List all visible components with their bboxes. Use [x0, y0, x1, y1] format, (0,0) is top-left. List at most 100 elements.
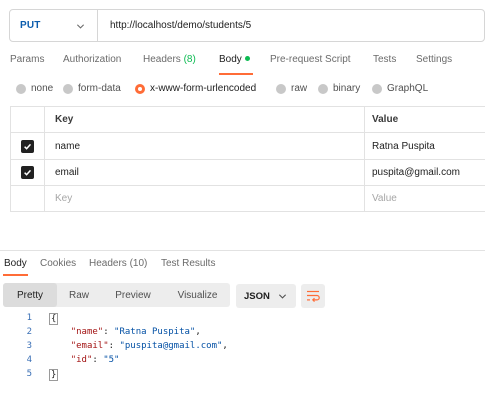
- method-label: PUT: [20, 20, 41, 31]
- url-input[interactable]: http://localhost/demo/students/5: [98, 20, 251, 31]
- checkmark-icon: [24, 169, 32, 176]
- line-number: 5: [26, 369, 32, 379]
- radio-circle: [16, 83, 26, 94]
- new-value-input[interactable]: Value: [365, 186, 485, 211]
- radio-circle: [372, 83, 382, 94]
- table-header-row: Key Value: [11, 107, 485, 133]
- code-line: 3 "email": "puspita@gmail.com",: [0, 341, 485, 355]
- line-content: "email": "puspita@gmail.com",: [70, 341, 228, 351]
- tab-body-label: Body: [219, 54, 242, 65]
- radio-circle-selected: [135, 83, 145, 94]
- header-check-cell: [11, 107, 45, 132]
- param-key[interactable]: name: [45, 133, 365, 159]
- param-value[interactable]: puspita@gmail.com: [365, 160, 485, 185]
- json-separator: ,: [195, 327, 201, 337]
- method-select[interactable]: PUT: [10, 10, 98, 41]
- response-divider[interactable]: [0, 250, 485, 251]
- row-checkbox[interactable]: [21, 139, 34, 153]
- row-check-cell: [11, 133, 45, 159]
- row-check-cell: [11, 186, 45, 211]
- response-tab-headers-count: (10): [129, 258, 148, 269]
- format-select[interactable]: JSON: [236, 284, 296, 308]
- code-line: 1 {: [0, 313, 485, 327]
- radio-graphql[interactable]: GraphQL: [372, 83, 428, 94]
- wrap-lines-icon: [307, 290, 320, 302]
- radio-circle: [318, 83, 328, 94]
- tab-headers-count: (8): [183, 54, 196, 65]
- url-bar: PUT http://localhost/demo/students/5: [9, 9, 485, 42]
- json-key: "email": [70, 341, 109, 351]
- format-label: JSON: [244, 290, 270, 302]
- checkmark-icon: [24, 143, 32, 150]
- line-content: }: [49, 369, 59, 381]
- param-value[interactable]: Ratna Puspita: [365, 133, 485, 159]
- line-number: 3: [26, 341, 32, 351]
- tab-settings[interactable]: Settings: [416, 54, 452, 65]
- radio-binary[interactable]: binary: [318, 83, 360, 94]
- response-tab-headers-label: Headers: [89, 258, 127, 269]
- tab-pre-request-script[interactable]: Pre-request Script: [270, 54, 351, 65]
- row-check-cell: [11, 160, 45, 185]
- response-tab-body[interactable]: Body: [4, 258, 27, 269]
- wrap-lines-button[interactable]: [301, 284, 325, 308]
- radio-circle: [63, 83, 73, 94]
- line-content: {: [49, 313, 59, 325]
- json-separator: ,: [222, 341, 228, 351]
- param-key[interactable]: email: [45, 160, 365, 185]
- tab-headers[interactable]: Headers (8): [143, 54, 196, 65]
- response-tab-cookies[interactable]: Cookies: [40, 258, 76, 269]
- radio-circle: [276, 83, 286, 94]
- chevron-down-icon: [278, 294, 287, 299]
- new-key-input[interactable]: Key: [45, 186, 365, 211]
- table-row-empty: Key Value: [11, 186, 485, 212]
- line-content: "id": "5": [70, 355, 120, 365]
- json-value: "puspita@gmail.com": [119, 341, 223, 351]
- line-number: 1: [26, 313, 32, 323]
- body-indicator-dot: [244, 56, 250, 61]
- tab-authorization[interactable]: Authorization: [63, 54, 121, 65]
- json-value: "Ratna Puspita": [114, 327, 196, 337]
- table-row: name Ratna Puspita: [11, 133, 485, 160]
- column-header-key: Key: [45, 107, 365, 132]
- close-brace: }: [49, 369, 59, 381]
- radio-x-www-form-urlencoded[interactable]: x-www-form-urlencoded: [135, 83, 256, 94]
- radio-label: raw: [291, 83, 308, 94]
- json-key: "name": [70, 327, 104, 337]
- radio-label: x-www-form-urlencoded: [150, 83, 257, 94]
- column-header-value: Value: [372, 114, 399, 125]
- response-tab-headers[interactable]: Headers (10): [89, 258, 147, 269]
- code-line: 5 }: [0, 369, 485, 383]
- chevron-down-icon: [76, 24, 85, 29]
- json-value: "5": [103, 355, 120, 365]
- view-raw-button[interactable]: Raw: [57, 283, 101, 307]
- line-number: 4: [26, 355, 32, 365]
- line-number: 2: [26, 327, 32, 337]
- radio-form-data[interactable]: form-data: [63, 83, 121, 94]
- body-type-selector: none form-data x-www-form-urlencoded raw…: [0, 83, 485, 97]
- line-content: "name": "Ratna Puspita",: [70, 327, 201, 337]
- open-brace: {: [49, 313, 59, 325]
- radio-label: form-data: [78, 83, 121, 94]
- view-pretty-button[interactable]: Pretty: [3, 283, 57, 307]
- tab-body[interactable]: Body: [219, 54, 250, 65]
- view-visualize-button[interactable]: Visualize: [165, 283, 230, 307]
- radio-raw[interactable]: raw: [276, 83, 307, 94]
- view-preview-button[interactable]: Preview: [101, 283, 165, 307]
- table-row: email puspita@gmail.com: [11, 160, 485, 186]
- view-mode-group: Pretty Raw Preview Visualize: [3, 283, 230, 307]
- tab-params[interactable]: Params: [10, 54, 44, 65]
- json-key: "id": [70, 355, 93, 365]
- request-tabs: Params Authorization Headers (8) Body Pr…: [0, 54, 485, 70]
- response-tabs: Body Cookies Headers (10) Test Results: [0, 258, 485, 274]
- row-checkbox[interactable]: [21, 166, 34, 179]
- radio-label: binary: [333, 83, 361, 94]
- code-line: 2 "name": "Ratna Puspita",: [0, 327, 485, 341]
- response-tab-test-results[interactable]: Test Results: [161, 258, 215, 269]
- radio-label: none: [31, 83, 54, 94]
- radio-none[interactable]: none: [16, 83, 53, 94]
- radio-label: GraphQL: [387, 83, 429, 94]
- response-tab-active-indicator: [3, 274, 28, 276]
- tab-tests[interactable]: Tests: [373, 54, 396, 65]
- tab-headers-label: Headers: [143, 54, 181, 65]
- params-table: Key Value name Ratna Puspita email puspi…: [10, 106, 485, 212]
